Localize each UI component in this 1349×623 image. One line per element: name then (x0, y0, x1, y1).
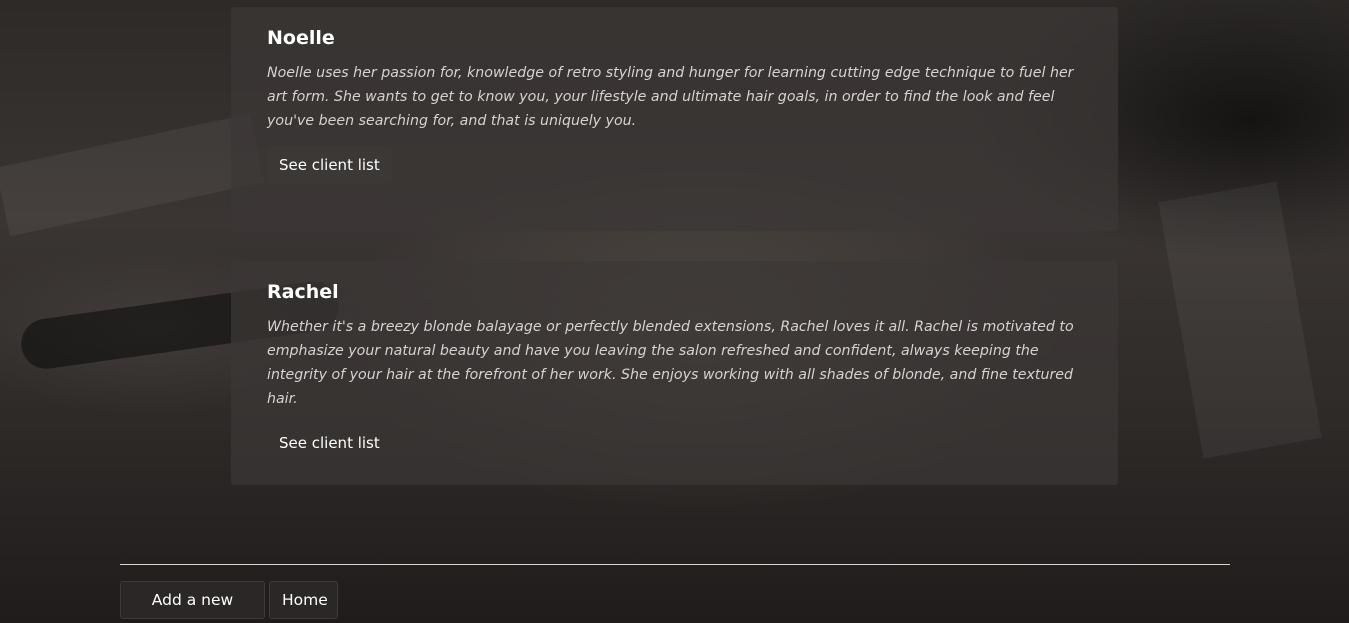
footer-divider (120, 564, 1230, 565)
see-client-list-button[interactable]: See client list (267, 425, 392, 461)
stylist-name: Rachel (267, 281, 339, 303)
stylist-bio: Whether it's a breezy blonde balayage or… (267, 319, 1074, 407)
stylist-card-rachel: Rachel Whether it's a breezy blonde bala… (231, 261, 1118, 485)
stylist-bio: Noelle uses her passion for, knowledge o… (267, 65, 1074, 129)
add-stylist-button[interactable]: Add a new stylist (120, 581, 265, 619)
background-towel-shape (0, 113, 265, 237)
stylist-card-noelle: Noelle Noelle uses her passion for, know… (231, 7, 1118, 231)
stylist-name: Noelle (267, 27, 335, 49)
home-button[interactable]: Home (269, 581, 338, 619)
see-client-list-button[interactable]: See client list (267, 147, 392, 183)
background-highlight-shape (1158, 181, 1322, 459)
